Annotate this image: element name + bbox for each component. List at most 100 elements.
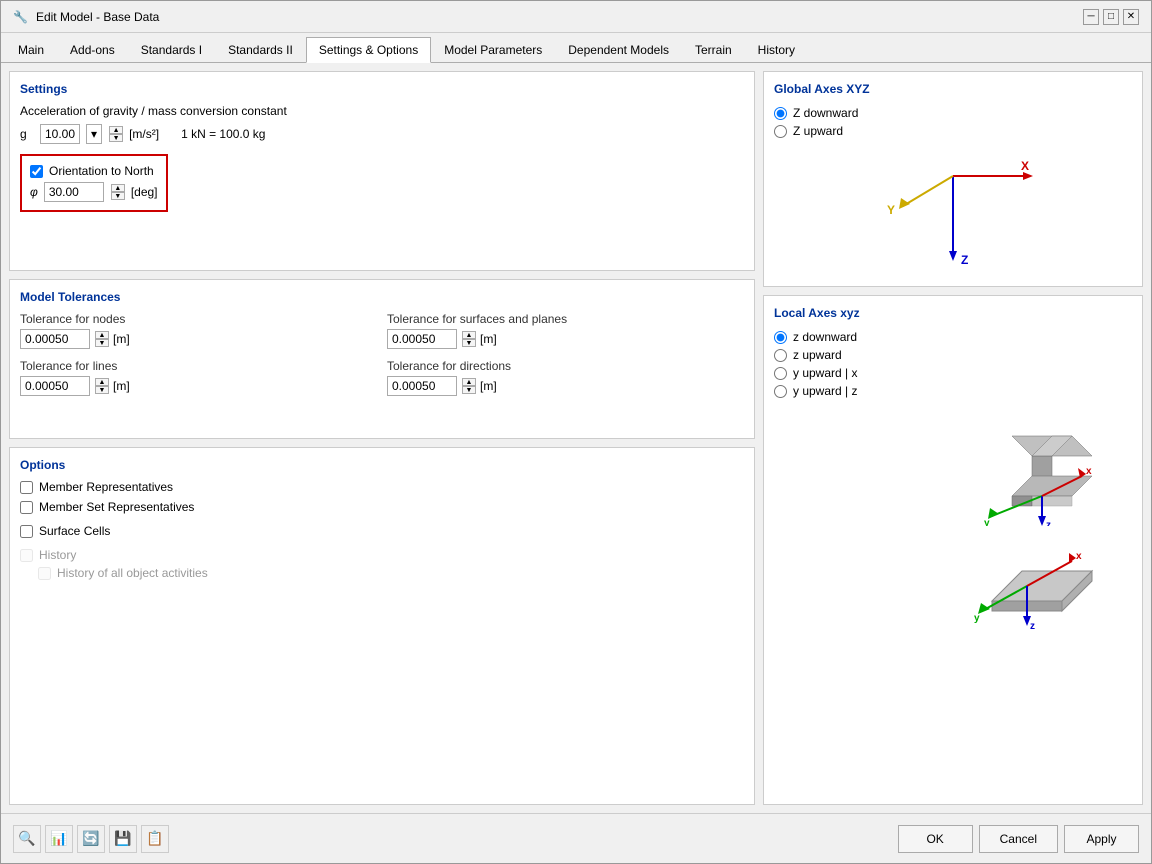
phi-spinner[interactable]: ▲ ▼ xyxy=(111,184,125,200)
surfaces-input-box: 0.00050 xyxy=(387,329,457,349)
global-axes-visual: Z X Y xyxy=(774,146,1132,276)
ly-upward-x-radio[interactable] xyxy=(774,367,787,380)
g-dropdown[interactable]: ▾ xyxy=(86,124,102,144)
local-axes-plate-diagram: y x z xyxy=(962,536,1122,636)
lines-unit: [m] xyxy=(113,379,130,393)
member-set-reps-label[interactable]: Member Set Representatives xyxy=(39,500,194,514)
phi-value-box: 30.00 xyxy=(44,182,104,202)
table-button[interactable]: 📊 xyxy=(45,825,73,853)
nodes-spin-up[interactable]: ▲ xyxy=(95,331,109,339)
g-spin-up[interactable]: ▲ xyxy=(109,126,123,134)
tab-addons[interactable]: Add-ons xyxy=(57,36,128,62)
orientation-label[interactable]: Orientation to North xyxy=(49,164,154,178)
bottom-bar: 🔍 📊 🔄 💾 📋 OK Cancel Apply xyxy=(1,813,1151,863)
tab-main[interactable]: Main xyxy=(5,36,57,62)
global-axes-title: Global Axes XYZ xyxy=(774,82,1132,96)
g-value-box: 10.00 xyxy=(40,124,80,144)
settings-section: Settings Acceleration of gravity / mass … xyxy=(9,71,755,271)
member-reps-checkbox[interactable] xyxy=(20,481,33,494)
window-icon: 🔧 xyxy=(13,10,28,24)
local-axes-section: Local Axes xyz z downward z upward y upw… xyxy=(763,295,1143,805)
orientation-checkbox[interactable] xyxy=(30,165,43,178)
g-spinner[interactable]: ▲ ▼ xyxy=(109,126,123,142)
svg-text:X: X xyxy=(1021,159,1029,173)
ok-button[interactable]: OK xyxy=(898,825,973,853)
tab-dependent-models[interactable]: Dependent Models xyxy=(555,36,682,62)
z-downward-label[interactable]: Z downward xyxy=(793,106,858,120)
g-spin-down[interactable]: ▼ xyxy=(109,134,123,142)
svg-text:z: z xyxy=(1030,621,1035,632)
close-button[interactable]: ✕ xyxy=(1123,9,1139,25)
apply-button[interactable]: Apply xyxy=(1064,825,1139,853)
lines-spin-down[interactable]: ▼ xyxy=(95,386,109,394)
history-all-label[interactable]: History of all object activities xyxy=(57,566,208,580)
lz-upward-label[interactable]: z upward xyxy=(793,348,842,362)
tab-standards1[interactable]: Standards I xyxy=(128,36,215,62)
directions-input-box: 0.00050 xyxy=(387,376,457,396)
copy-button[interactable]: 📋 xyxy=(141,825,169,853)
cancel-button[interactable]: Cancel xyxy=(979,825,1058,853)
maximize-button[interactable]: □ xyxy=(1103,9,1119,25)
surface-cells-checkbox[interactable] xyxy=(20,525,33,538)
options-title: Options xyxy=(20,458,744,472)
surfaces-value: 0.00050 xyxy=(392,332,452,346)
directions-spin-down[interactable]: ▼ xyxy=(462,386,476,394)
refresh-button[interactable]: 🔄 xyxy=(77,825,105,853)
member-set-reps-checkbox[interactable] xyxy=(20,501,33,514)
settings-title: Settings xyxy=(20,82,744,96)
history-all-checkbox[interactable] xyxy=(38,567,51,580)
nodes-label: Tolerance for nodes xyxy=(20,312,377,326)
history-checkbox[interactable] xyxy=(20,549,33,562)
tab-terrain[interactable]: Terrain xyxy=(682,36,745,62)
svg-text:Y: Y xyxy=(887,203,895,217)
z-downward-radio[interactable] xyxy=(774,107,787,120)
tolerances-section: Model Tolerances Tolerance for nodes 0.0… xyxy=(9,279,755,439)
lines-spin-up[interactable]: ▲ xyxy=(95,378,109,386)
nodes-spin-down[interactable]: ▼ xyxy=(95,339,109,347)
global-axes-section: Global Axes XYZ Z downward Z upward xyxy=(763,71,1143,287)
tab-standards2[interactable]: Standards II xyxy=(215,36,306,62)
tab-model-params[interactable]: Model Parameters xyxy=(431,36,555,62)
directions-value: 0.00050 xyxy=(392,379,452,393)
ly-upward-z-radio[interactable] xyxy=(774,385,787,398)
tab-history[interactable]: History xyxy=(745,36,808,62)
member-reps-label[interactable]: Member Representatives xyxy=(39,480,173,494)
lz-upward-radio[interactable] xyxy=(774,349,787,362)
lz-downward-label[interactable]: z downward xyxy=(793,330,857,344)
phi-label: φ xyxy=(30,185,38,199)
z-upward-label[interactable]: Z upward xyxy=(793,124,843,138)
search-button[interactable]: 🔍 xyxy=(13,825,41,853)
surfaces-spin-up[interactable]: ▲ xyxy=(462,331,476,339)
phi-spin-up[interactable]: ▲ xyxy=(111,184,125,192)
surfaces-spinner[interactable]: ▲ ▼ xyxy=(462,331,476,347)
z-upward-radio[interactable] xyxy=(774,125,787,138)
local-axes-title: Local Axes xyz xyxy=(774,306,1132,320)
nodes-unit: [m] xyxy=(113,332,130,346)
lines-spinner[interactable]: ▲ ▼ xyxy=(95,378,109,394)
save-button[interactable]: 💾 xyxy=(109,825,137,853)
toolbar-area: 🔍 📊 🔄 💾 📋 xyxy=(13,825,169,853)
surfaces-label: Tolerance for surfaces and planes xyxy=(387,312,744,326)
surfaces-spin-down[interactable]: ▼ xyxy=(462,339,476,347)
minimize-button[interactable]: ─ xyxy=(1083,9,1099,25)
ly-upward-x-label[interactable]: y upward | x xyxy=(793,366,857,380)
tab-bar: Main Add-ons Standards I Standards II Se… xyxy=(1,33,1151,63)
ly-upward-z-label[interactable]: y upward | z xyxy=(793,384,857,398)
svg-text:z: z xyxy=(1046,520,1051,526)
tab-settings-options[interactable]: Settings & Options xyxy=(306,37,431,63)
lz-downward-radio[interactable] xyxy=(774,331,787,344)
action-buttons: OK Cancel Apply xyxy=(898,825,1139,853)
global-axes-radio-group: Z downward Z upward xyxy=(774,106,1132,138)
nodes-spinner[interactable]: ▲ ▼ xyxy=(95,331,109,347)
local-axes-ibeam-diagram: y z x xyxy=(962,406,1122,526)
phi-spin-down[interactable]: ▼ xyxy=(111,192,125,200)
surface-cells-label[interactable]: Surface Cells xyxy=(39,524,110,538)
options-section: Options Member Representatives Member Se… xyxy=(9,447,755,805)
phi-value: 30.00 xyxy=(49,185,99,199)
directions-spin-up[interactable]: ▲ xyxy=(462,378,476,386)
directions-spinner[interactable]: ▲ ▼ xyxy=(462,378,476,394)
history-label[interactable]: History xyxy=(39,548,76,562)
nodes-input-box: 0.00050 xyxy=(20,329,90,349)
orientation-box: Orientation to North φ 30.00 ▲ ▼ [deg] xyxy=(20,154,168,212)
lines-input-box: 0.00050 xyxy=(20,376,90,396)
